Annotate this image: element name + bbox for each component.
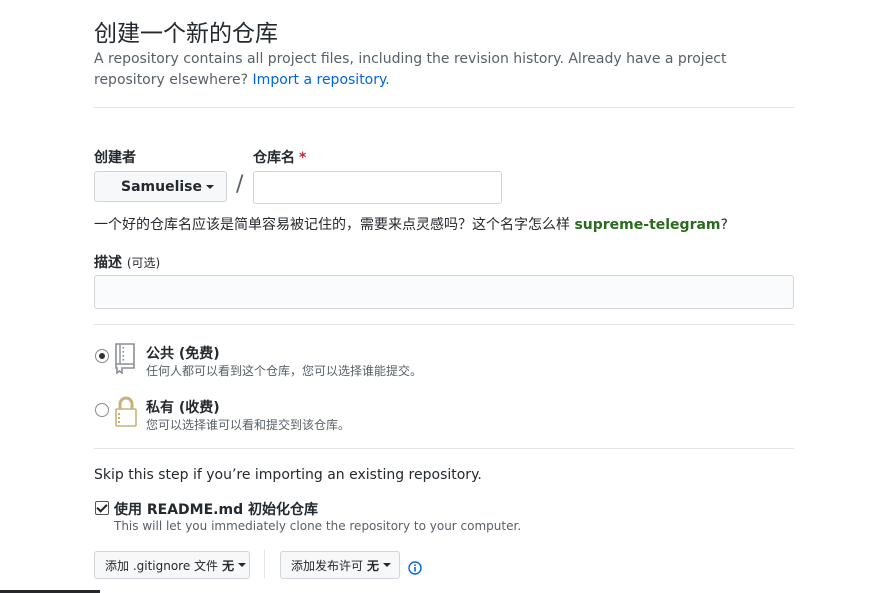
repo-name-label-text: 仓库名 (253, 150, 295, 166)
gitignore-value: 无 (222, 558, 235, 573)
page-title: 创建一个新的仓库 (94, 21, 278, 47)
gitignore-label: 添加 .gitignore 文件 (105, 558, 219, 573)
page-subtitle: A repository contains all project files,… (94, 49, 774, 91)
owner-label: 创建者 (94, 150, 136, 166)
owner-select-button[interactable]: Samuelise (94, 171, 227, 202)
lock-icon (115, 396, 137, 427)
license-value: 无 (367, 558, 380, 573)
suggestion-text: 一个好的仓库名应该是简单容易被记住的，需要来点灵感吗？这个名字怎么样 (94, 217, 570, 233)
suggested-name[interactable]: supreme-telegram (574, 217, 720, 233)
name-suggestion: 一个好的仓库名应该是简单容易被记住的，需要来点灵感吗？这个名字怎么样 supre… (94, 214, 728, 234)
required-mark: * (299, 150, 307, 166)
repo-book-icon (115, 343, 135, 374)
private-option-title[interactable]: 私有 (收费) (146, 397, 220, 417)
init-readme-checkbox[interactable] (95, 501, 109, 515)
public-option-title[interactable]: 公共 (免费) (146, 343, 220, 363)
init-readme-desc: This will let you immediately clone the … (114, 519, 522, 533)
description-label-text: 描述 (94, 255, 122, 271)
subtitle-text: A repository contains all project files,… (94, 51, 727, 88)
caret-down-icon (238, 563, 247, 567)
caret-down-icon (383, 563, 392, 567)
add-license-button[interactable]: 添加发布许可 无 (280, 551, 400, 579)
divider (94, 324, 794, 325)
init-readme-label[interactable]: 使用 README.md 初始化仓库 (114, 499, 318, 519)
suggestion-suffix: ? (720, 217, 728, 233)
public-option-desc: 任何人都可以看到这个仓库，您可以选择谁能提交。 (146, 364, 423, 378)
button-separator (264, 550, 265, 578)
license-label: 添加发布许可 (291, 558, 364, 573)
divider (94, 107, 794, 108)
private-option-desc: 您可以选择谁可以看和提交到该仓库。 (146, 418, 351, 432)
owner-name: Samuelise (120, 178, 202, 195)
description-input[interactable] (94, 275, 794, 309)
repo-name-input[interactable] (253, 171, 502, 204)
skip-step-text: Skip this step if you’re importing an ex… (94, 467, 482, 483)
private-radio[interactable] (95, 403, 109, 417)
import-repository-link[interactable]: Import a repository. (253, 72, 390, 88)
repo-name-label: 仓库名 * (253, 147, 306, 167)
divider (94, 448, 794, 449)
description-label: 描述 (可选) (94, 252, 160, 272)
public-radio[interactable] (95, 349, 109, 363)
info-icon[interactable] (408, 561, 422, 575)
add-gitignore-button[interactable]: 添加 .gitignore 文件 无 (94, 551, 250, 579)
caret-down-icon (206, 184, 214, 189)
owner-repo-separator: / (236, 172, 244, 197)
optional-note: (可选) (126, 256, 161, 270)
